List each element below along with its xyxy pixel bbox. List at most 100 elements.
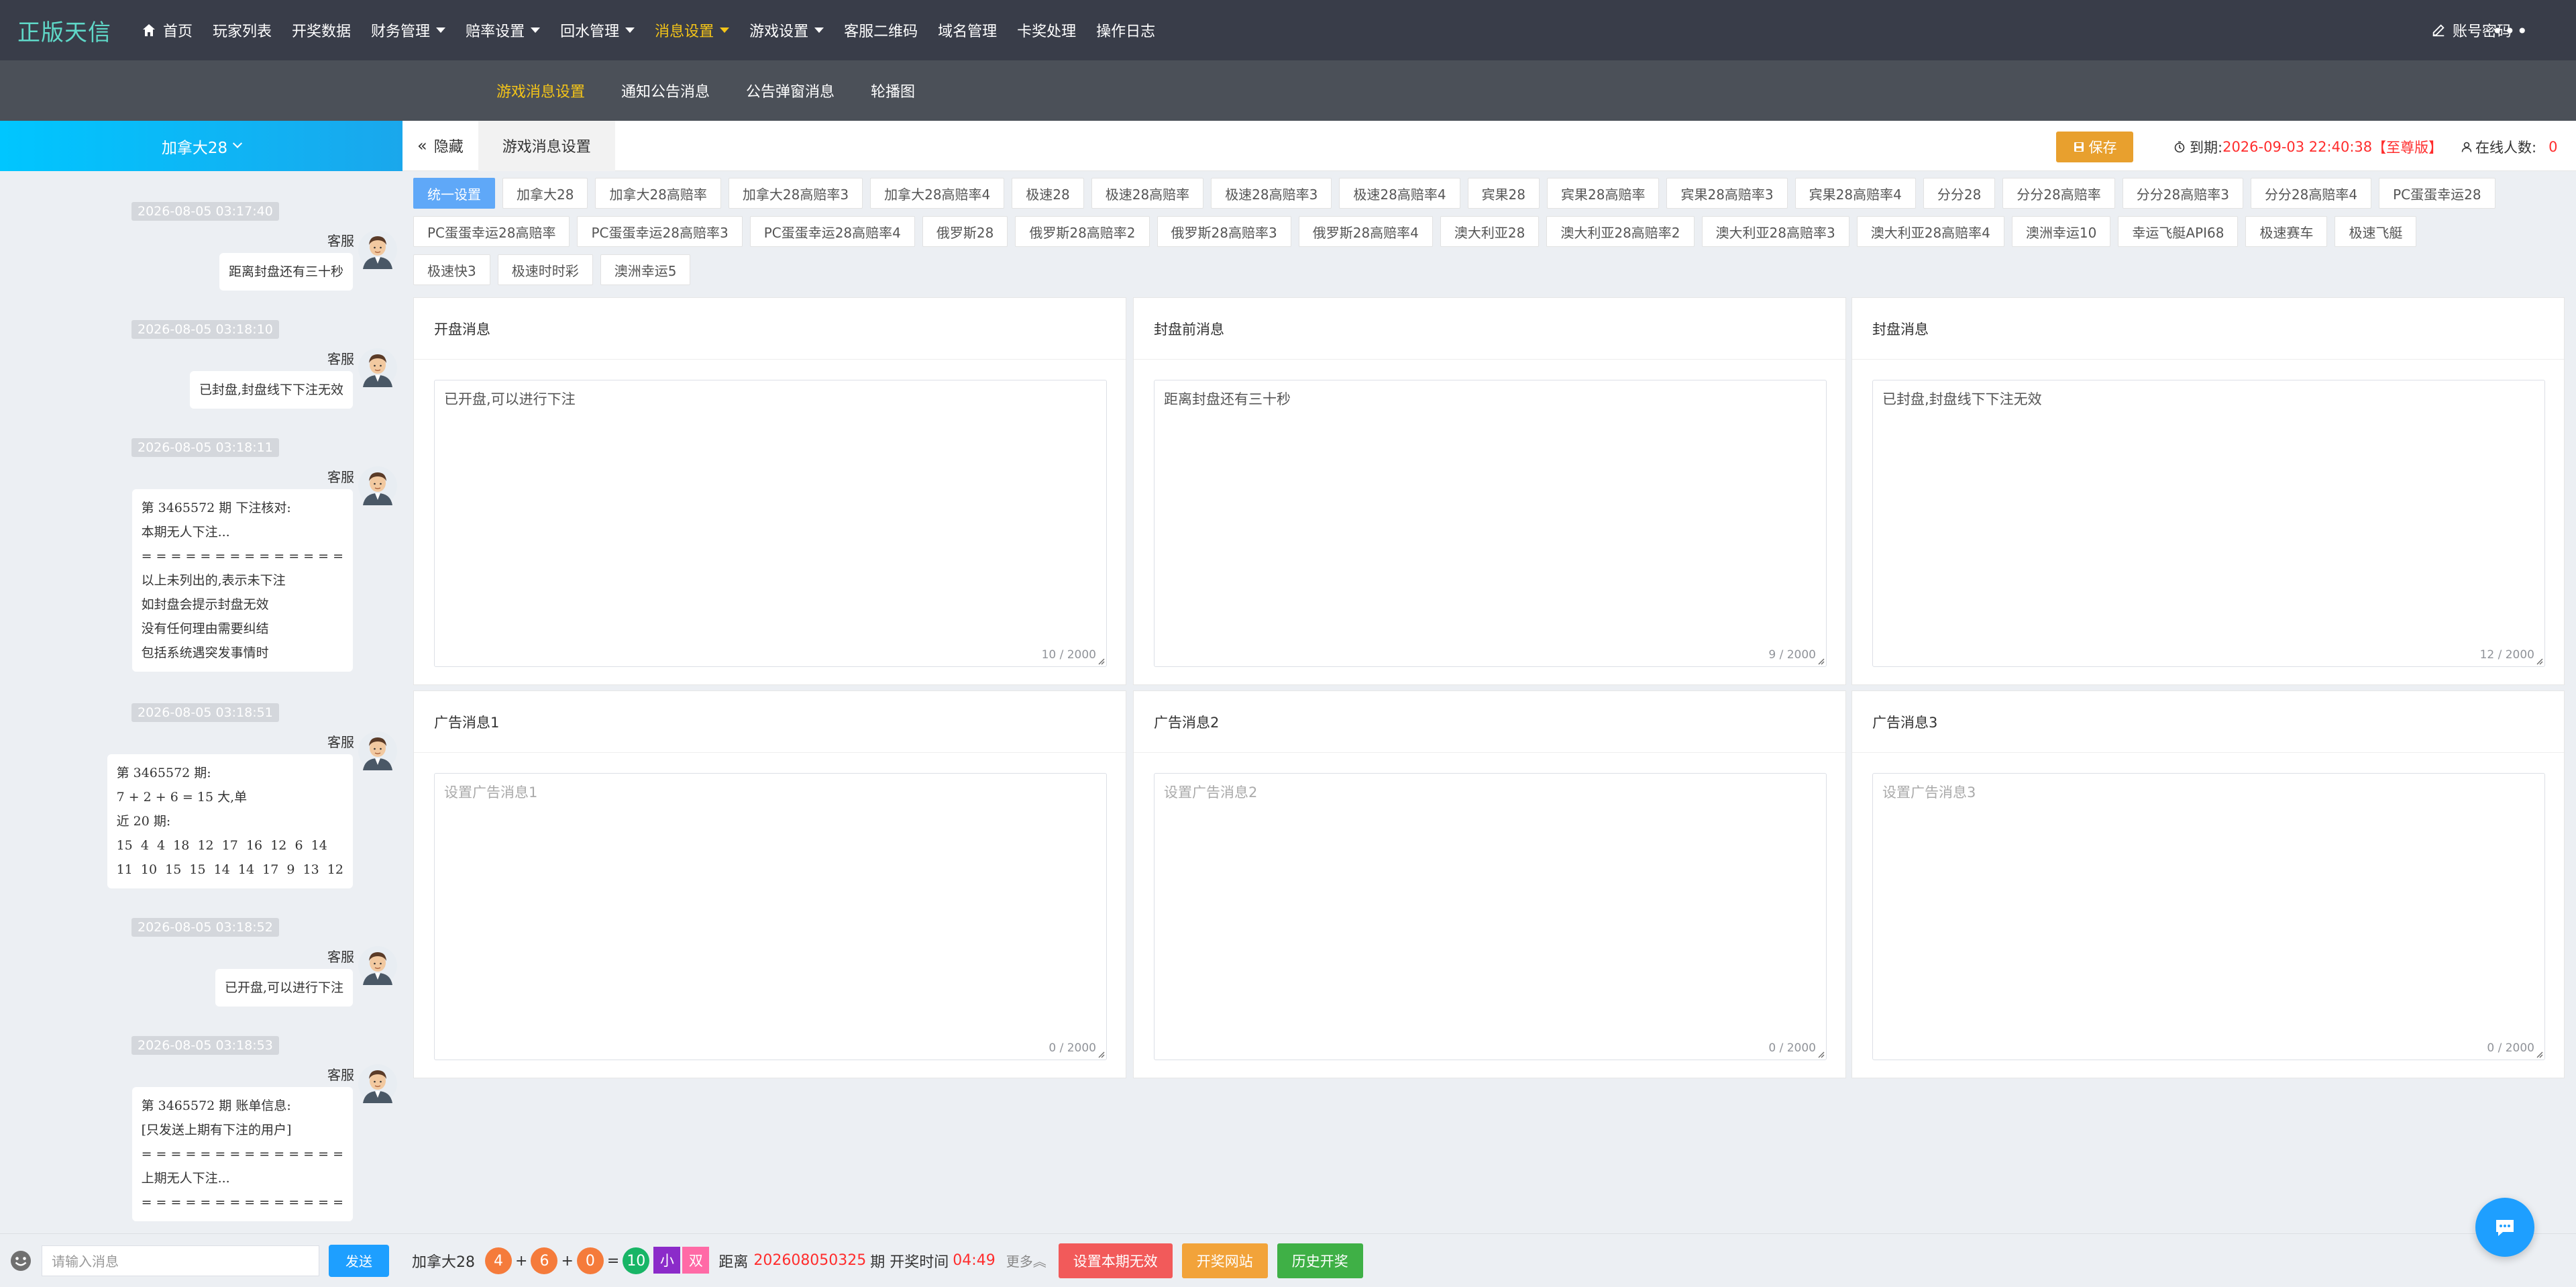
hide-sidebar-button[interactable]: « 隐藏 xyxy=(402,121,478,171)
game-tag[interactable]: 极速赛车 xyxy=(2245,216,2328,247)
game-tag[interactable]: 宾果28高赔率 xyxy=(1547,178,1660,209)
chat-input-bar: 请输入消息 发送 xyxy=(0,1233,402,1287)
message-textarea[interactable]: 设置广告消息1 xyxy=(434,773,1107,1060)
game-tag[interactable]: 极速28高赔率4 xyxy=(1339,178,1460,209)
result-game-name: 加拿大28 xyxy=(412,1253,475,1271)
chat-game-label: 加拿大28 xyxy=(161,139,228,157)
game-tag[interactable]: 极速时时彩 xyxy=(497,254,593,285)
emoji-icon[interactable] xyxy=(9,1249,32,1272)
game-tag[interactable]: 幸运飞艇API68 xyxy=(2118,216,2239,247)
nav-item-4[interactable]: 赔率设置 xyxy=(455,0,550,60)
game-tag[interactable]: 俄罗斯28高赔率4 xyxy=(1298,216,1433,247)
online-label: 在线人数: xyxy=(2475,140,2537,156)
game-tag[interactable]: 极速快3 xyxy=(413,254,490,285)
message-timestamp: 2026-08-05 03:18:11 xyxy=(131,438,279,457)
game-tag[interactable]: 宾果28高赔率3 xyxy=(1666,178,1788,209)
result-bar: 加拿大28 4 +6 +0 = 10 小双 距离 202608050325 期 开奖时间 … xyxy=(402,1233,2576,1287)
message-textarea[interactable]: 距离封盘还有三十秒 xyxy=(1154,380,1827,667)
nav-item-10[interactable]: 卡奖处理 xyxy=(1007,0,1086,60)
nav-item-5[interactable]: 回水管理 xyxy=(550,0,645,60)
draw-site-button[interactable]: 开奖网站 xyxy=(1181,1243,1268,1278)
expiry-label: 到期: xyxy=(2190,140,2223,156)
game-tag[interactable]: 澳洲幸运5 xyxy=(600,254,691,285)
nav-item-2[interactable]: 开奖数据 xyxy=(282,0,361,60)
game-tag[interactable]: 加拿大28高赔率4 xyxy=(870,178,1005,209)
game-tag[interactable]: 澳大利亚28高赔率3 xyxy=(1701,216,1849,247)
game-tag[interactable]: 分分28高赔率4 xyxy=(2250,178,2372,209)
more-results-link[interactable]: 更多︽ xyxy=(1006,1251,1046,1270)
game-tag[interactable]: 俄罗斯28 xyxy=(922,216,1008,247)
message-timestamp: 2026-08-05 03:17:40 xyxy=(131,202,279,221)
game-tag[interactable]: 澳大利亚28高赔率4 xyxy=(1856,216,2004,247)
game-tag[interactable]: 统一设置 xyxy=(413,178,495,209)
message-textarea[interactable]: 设置广告消息3 xyxy=(1872,773,2545,1060)
caret-down-icon xyxy=(625,28,635,33)
game-tag[interactable]: 澳洲幸运10 xyxy=(2011,216,2111,247)
game-tag[interactable]: 加拿大28高赔率3 xyxy=(728,178,863,209)
agent-avatar xyxy=(358,348,397,387)
subnav-tab-0[interactable]: 游戏消息设置 xyxy=(496,80,585,101)
more-icon[interactable]: ••• xyxy=(2491,20,2529,42)
game-tag[interactable]: 宾果28 xyxy=(1467,178,1540,209)
result-ball: 4 xyxy=(485,1247,512,1275)
chat-fab-button[interactable] xyxy=(2475,1198,2534,1257)
message-sender: 客服 xyxy=(327,1067,354,1083)
game-tag[interactable]: 俄罗斯28高赔率2 xyxy=(1015,216,1150,247)
chat-game-selector[interactable]: 加拿大28 xyxy=(0,121,402,171)
game-tag[interactable]: 俄罗斯28高赔率3 xyxy=(1157,216,1291,247)
nav-item-9[interactable]: 域名管理 xyxy=(928,0,1007,60)
message-timestamp: 2026-08-05 03:18:51 xyxy=(131,703,279,722)
message-bubble: 第 3465572 期 账单信息: [只发送上期有下注的用户] = = = = … xyxy=(131,1087,353,1221)
game-tag[interactable]: 分分28 xyxy=(1923,178,1996,209)
nav-item-3[interactable]: 财务管理 xyxy=(361,0,455,60)
game-tag[interactable]: PC蛋蛋幸运28高赔率 xyxy=(413,216,570,247)
game-tag-list: 统一设置 加拿大28 加拿大28高赔率 加拿大28高赔率3 加拿大28高赔率4 极速28 极… xyxy=(413,178,2567,293)
result-parity-badge: 双 xyxy=(682,1246,710,1274)
invalidate-issue-button[interactable]: 设置本期无效 xyxy=(1058,1243,1173,1278)
nav-item-6[interactable]: 消息设置 xyxy=(645,0,739,60)
app-logo: 正版天信 xyxy=(17,19,111,46)
game-tag[interactable]: 澳大利亚28 xyxy=(1440,216,1540,247)
game-tag[interactable]: 分分28高赔率 xyxy=(2002,178,2115,209)
message-textarea[interactable]: 已封盘,封盘线下下注无效 xyxy=(1872,380,2545,667)
nav-item-1[interactable]: 玩家列表 xyxy=(203,0,282,60)
game-tag[interactable]: PC蛋蛋幸运28高赔率3 xyxy=(577,216,743,247)
message-bubble: 第 3465572 期: 7 + 2 + 6 = 15 大,单 近 20 期: … xyxy=(107,754,353,888)
subnav-tab-3[interactable]: 轮播图 xyxy=(871,80,915,101)
game-tag[interactable]: PC蛋蛋幸运28高赔率4 xyxy=(749,216,915,247)
nav-item-8[interactable]: 客服二维码 xyxy=(834,0,928,60)
nav-item-0[interactable]: 首页 xyxy=(131,0,203,60)
double-chevron-up-icon: ︽ xyxy=(1032,1253,1046,1270)
caret-down-icon xyxy=(531,28,541,33)
game-tag[interactable]: 分分28高赔率3 xyxy=(2122,178,2243,209)
game-tag[interactable]: PC蛋蛋幸运28 xyxy=(2379,178,2496,209)
game-tag[interactable]: 极速28 xyxy=(1012,178,1084,209)
message-textarea[interactable]: 已开盘,可以进行下注 xyxy=(434,380,1107,667)
timer-icon xyxy=(2174,141,2185,153)
agent-avatar xyxy=(358,731,397,770)
nav-item-11[interactable]: 操作日志 xyxy=(1086,0,1165,60)
save-button[interactable]: 保存 xyxy=(2056,132,2133,162)
tab-game-message-settings[interactable]: 游戏消息设置 xyxy=(478,120,615,171)
subnav-tab-2[interactable]: 公告弹窗消息 xyxy=(746,80,835,101)
game-tag[interactable]: 加拿大28 xyxy=(502,178,588,209)
game-tag[interactable]: 极速飞艇 xyxy=(2334,216,2417,247)
game-tag[interactable]: 极速28高赔率3 xyxy=(1211,178,1332,209)
chat-message-input[interactable]: 请输入消息 xyxy=(42,1245,319,1276)
history-draws-button[interactable]: 历史开奖 xyxy=(1277,1243,1363,1278)
subnav-tab-1[interactable]: 通知公告消息 xyxy=(621,80,710,101)
game-tag[interactable]: 澳大利亚28高赔率2 xyxy=(1546,216,1695,247)
game-tag[interactable]: 宾果28高赔率4 xyxy=(1794,178,1916,209)
game-tag[interactable]: 极速28高赔率 xyxy=(1091,178,1204,209)
nav-item-7[interactable]: 游戏设置 xyxy=(739,0,834,60)
chat-bubble-icon xyxy=(2496,1220,2514,1236)
chat-message-list[interactable]: 2026-08-05 03:17:40 客服 距离封盘还有三十秒 2026-08-05… xyxy=(0,171,402,1233)
message-textarea[interactable]: 设置广告消息2 xyxy=(1154,773,1827,1060)
game-tag[interactable]: 加拿大28高赔率 xyxy=(595,178,721,209)
nav-item-label: 财务管理 xyxy=(371,23,431,40)
message-bubble: 距离封盘还有三十秒 xyxy=(219,253,353,291)
result-ball: 6 xyxy=(531,1247,558,1275)
message-timestamp: 2026-08-05 03:18:10 xyxy=(131,320,279,339)
send-button[interactable]: 发送 xyxy=(329,1244,389,1277)
nav-item-label: 游戏设置 xyxy=(749,23,809,40)
